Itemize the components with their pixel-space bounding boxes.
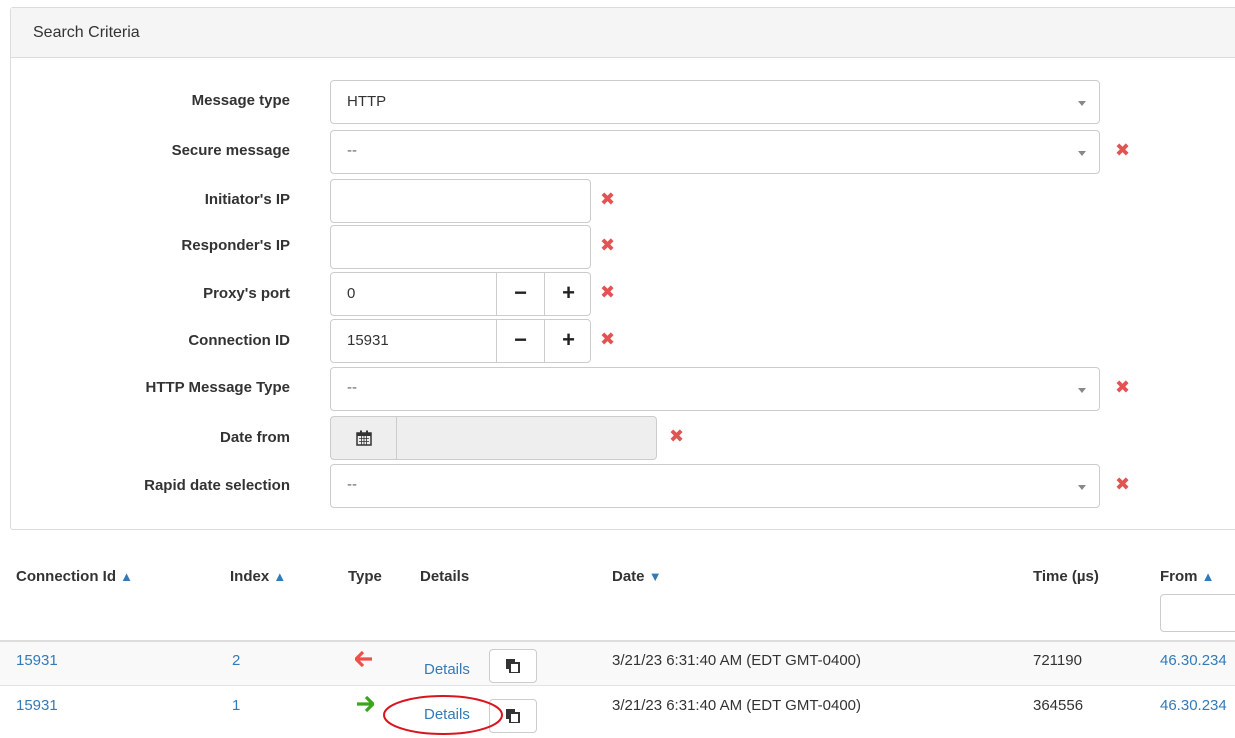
initiator-ip-input[interactable]: [330, 179, 591, 223]
sort-desc-icon: ▼︎: [648, 569, 662, 584]
from-filter-input[interactable]: [1160, 594, 1235, 632]
highlight-ellipse: [383, 695, 503, 735]
col-header-details: Details: [420, 568, 470, 585]
row-time: 364556: [1033, 697, 1084, 714]
col-header-index-label: Index: [230, 568, 270, 585]
calendar-button[interactable]: [331, 417, 397, 459]
secure-message-select[interactable]: --: [330, 130, 1100, 174]
secure-message-value: --: [347, 142, 357, 159]
rapid-date-selection-value: --: [347, 476, 357, 493]
sort-icon: ▲︎: [1201, 569, 1215, 584]
table-row: 15931 2 Details 3/21/23 6:31:40 AM (EDT …: [0, 642, 1235, 686]
col-header-from[interactable]: From ▲︎: [1160, 568, 1215, 585]
clear-responder-ip-icon[interactable]: ✖: [600, 236, 615, 254]
copy-button[interactable]: [489, 649, 537, 683]
arrow-right-icon: [357, 696, 374, 712]
row-date: 3/21/23 6:31:40 AM (EDT GMT-0400): [612, 652, 862, 669]
row-connection-id-link[interactable]: 15931: [16, 652, 58, 669]
proxy-port-decrement-button[interactable]: −: [496, 273, 544, 315]
row-from-link[interactable]: 46.30.234: [1160, 652, 1227, 669]
calendar-icon: [356, 430, 372, 446]
clear-proxy-port-icon[interactable]: ✖: [600, 283, 615, 301]
sort-icon: ▲︎: [273, 569, 287, 584]
details-link[interactable]: Details: [424, 661, 470, 678]
chevron-down-icon: [1078, 485, 1086, 490]
initiator-ip-label: Initiator's IP: [204, 191, 290, 208]
clear-connection-id-icon[interactable]: ✖: [600, 330, 615, 348]
proxy-port-stepper[interactable]: 0 − +: [330, 272, 591, 316]
message-type-label: Message type: [191, 92, 290, 109]
row-connection-id-link[interactable]: 15931: [16, 697, 58, 714]
connection-id-decrement-button[interactable]: −: [496, 320, 544, 362]
chevron-down-icon: [1078, 151, 1086, 156]
connection-id-value: 15931: [347, 332, 389, 349]
message-type-value: HTTP: [347, 93, 387, 110]
responder-ip-input[interactable]: [330, 225, 591, 269]
proxy-port-value: 0: [347, 285, 356, 302]
connection-id-stepper[interactable]: 15931 − +: [330, 319, 591, 363]
row-from-link[interactable]: 46.30.234: [1160, 697, 1227, 714]
clear-initiator-ip-icon[interactable]: ✖: [600, 190, 615, 208]
row-date: 3/21/23 6:31:40 AM (EDT GMT-0400): [612, 697, 862, 714]
connection-id-label: Connection ID: [188, 332, 290, 349]
clear-secure-message-icon[interactable]: ✖: [1115, 141, 1130, 159]
col-header-index[interactable]: Index ▲︎: [230, 568, 286, 585]
sort-icon: ▲︎: [120, 569, 134, 584]
panel-title: Search Criteria: [11, 8, 1235, 58]
col-header-connection-id[interactable]: Connection Id ▲︎: [16, 568, 133, 585]
proxy-port-increment-button[interactable]: +: [544, 273, 592, 315]
proxy-port-label: Proxy's port: [203, 285, 290, 302]
row-index-link[interactable]: 2: [232, 652, 240, 669]
clear-rapid-date-selection-icon[interactable]: ✖: [1115, 475, 1130, 493]
col-header-date[interactable]: Date ▼︎: [612, 568, 662, 585]
http-message-type-value: --: [347, 379, 357, 396]
clear-http-message-type-icon[interactable]: ✖: [1115, 378, 1130, 396]
http-message-type-label: HTTP Message Type: [145, 379, 291, 396]
col-header-time: Time (µs): [1033, 568, 1099, 585]
chevron-down-icon: [1078, 388, 1086, 393]
col-header-connection-id-label: Connection Id: [16, 568, 116, 585]
copy-icon: [506, 659, 520, 673]
http-message-type-select[interactable]: --: [330, 367, 1100, 411]
date-from-input[interactable]: [330, 416, 657, 460]
rapid-date-selection-select[interactable]: --: [330, 464, 1100, 508]
row-time: 721190: [1033, 652, 1082, 669]
col-header-type: Type: [348, 568, 382, 585]
date-from-label: Date from: [219, 429, 290, 446]
secure-message-label: Secure message: [171, 142, 290, 159]
row-index-link[interactable]: 1: [232, 697, 240, 714]
clear-date-from-icon[interactable]: ✖: [669, 427, 684, 445]
arrow-left-icon: [355, 651, 372, 667]
rapid-date-selection-label: Rapid date selection: [144, 477, 290, 494]
responder-ip-label: Responder's IP: [181, 237, 290, 254]
table-row: 15931 1 Details 3/21/23 6:31:40 AM (EDT …: [0, 687, 1235, 738]
message-type-select[interactable]: HTTP: [330, 80, 1100, 124]
col-header-date-label: Date: [612, 568, 645, 585]
connection-id-increment-button[interactable]: +: [544, 320, 592, 362]
col-header-from-label: From: [1160, 568, 1198, 585]
chevron-down-icon: [1078, 101, 1086, 106]
